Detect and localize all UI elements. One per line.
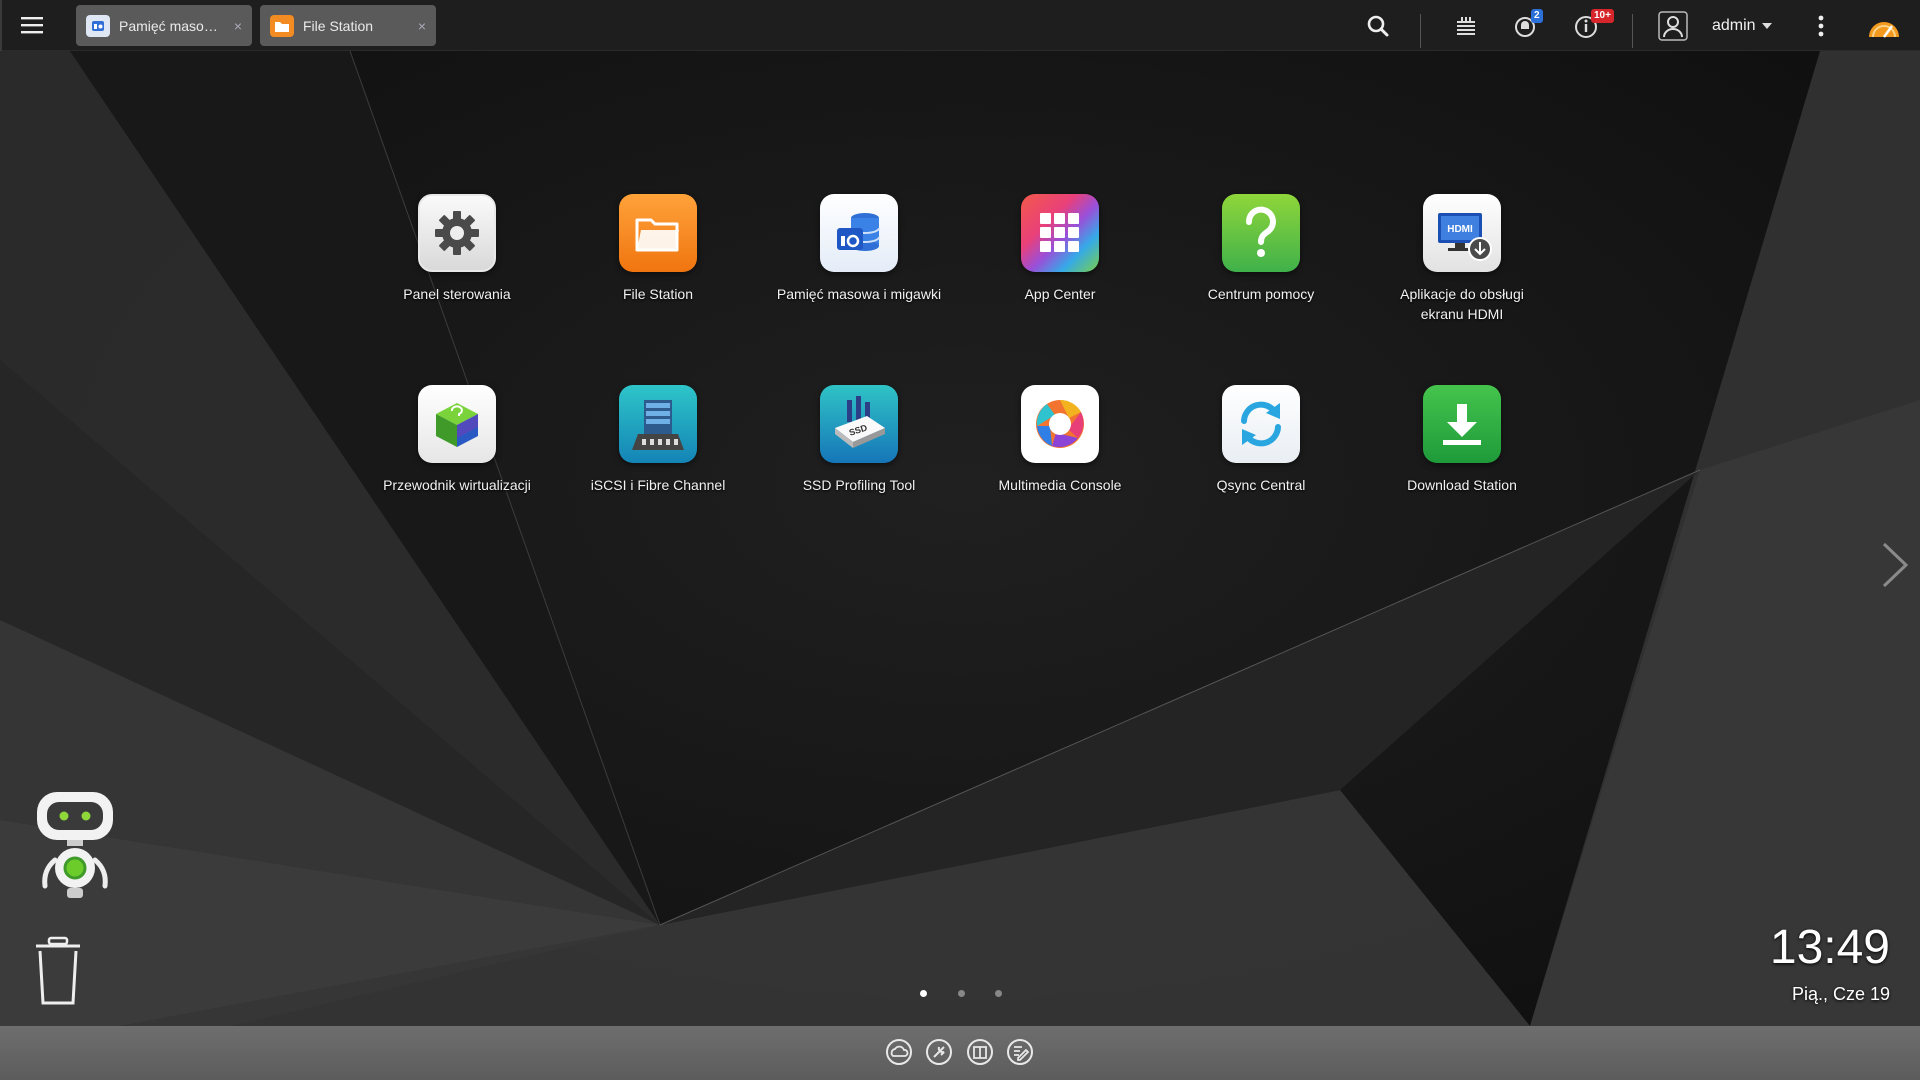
gear-icon: [418, 194, 496, 272]
bottom-bar: [0, 1026, 1920, 1080]
app-hdmi-display-apps[interactable]: HDMI Aplikacje do obsługi ekranu HDMI: [1362, 194, 1562, 324]
event-notifications-button[interactable]: [1568, 0, 1604, 51]
background-tasks-button[interactable]: [1448, 0, 1484, 51]
tab-label: Pamięć masow…: [119, 17, 228, 34]
assistant-robot-icon[interactable]: [25, 790, 125, 902]
app-label: SSD Profiling Tool: [802, 477, 916, 493]
svg-text:HDMI: HDMI: [1447, 224, 1473, 235]
page-dot[interactable]: [995, 990, 1002, 997]
trash-icon[interactable]: [32, 935, 84, 1007]
search-button[interactable]: [1360, 0, 1396, 51]
app-storage-snapshots[interactable]: Pamięć masowa i migawki: [759, 194, 959, 304]
events-badge: 10+: [1591, 9, 1614, 23]
app-label: Multimedia Console: [998, 477, 1122, 493]
clock-time: 13:49: [1769, 921, 1890, 974]
question-icon: [1222, 194, 1300, 272]
hdmi-icon: HDMI: [1423, 194, 1501, 272]
tab-close-icon[interactable]: ×: [234, 18, 242, 34]
task-stack-icon: [1457, 16, 1475, 35]
app-file-station[interactable]: File Station: [558, 194, 758, 304]
tab-file-station[interactable]: File Station ×: [260, 5, 436, 46]
app-grid-icon: [1021, 194, 1099, 272]
top-bar: Pamięć masow… × File Station × 2 10+ adm…: [0, 0, 1920, 51]
tools-icon[interactable]: [925, 1038, 953, 1066]
username-label: admin: [1712, 16, 1756, 34]
main-menu-button[interactable]: [0, 0, 62, 51]
app-iscsi-fibre-channel[interactable]: iSCSI i Fibre Channel: [558, 385, 758, 495]
app-label: Download Station: [1407, 477, 1517, 493]
notifications-button[interactable]: [1507, 0, 1543, 51]
caret-down-icon: [1761, 22, 1772, 29]
virtualization-cube-icon: [418, 385, 496, 463]
sync-icon: [1222, 385, 1300, 463]
dashboard-gauge-icon: [1869, 21, 1899, 38]
ssd-icon: SSD: [820, 385, 898, 463]
dashboard-button[interactable]: [1864, 0, 1904, 51]
folder-icon: [270, 14, 294, 37]
tab-storage[interactable]: Pamięć masow… ×: [76, 5, 252, 46]
app-virtualization-guide[interactable]: Przewodnik wirtualizacji: [357, 385, 557, 495]
tab-label: File Station: [303, 17, 374, 34]
storage-icon: [820, 194, 898, 272]
clock-date: Pią., Cze 19: [1791, 984, 1890, 1004]
more-icon: [1818, 15, 1824, 36]
app-control-panel[interactable]: Panel sterowania: [357, 194, 557, 304]
user-avatar-button[interactable]: [1656, 0, 1690, 51]
multimedia-icon: [1021, 385, 1099, 463]
app-qsync-central[interactable]: Qsync Central: [1161, 385, 1361, 495]
next-page-arrow-icon[interactable]: [1880, 540, 1910, 590]
more-options-button[interactable]: [1808, 0, 1834, 51]
divider: [1420, 14, 1421, 48]
app-label: Aplikacje do obsługi ekranu HDMI: [1400, 286, 1524, 322]
app-label: Panel sterowania: [403, 286, 511, 302]
app-download-station[interactable]: Download Station: [1362, 385, 1562, 495]
user-menu-dropdown[interactable]: admin: [1712, 0, 1794, 51]
folder-icon: [619, 194, 697, 272]
book-icon[interactable]: [966, 1038, 994, 1066]
notifications-badge: 2: [1531, 9, 1543, 23]
desktop-clock: 13:49 Pią., Cze 19: [1770, 920, 1890, 1005]
tab-close-icon[interactable]: ×: [418, 18, 426, 34]
storage-icon: [86, 14, 110, 37]
hamburger-menu-icon: [21, 17, 43, 34]
page-dot-active[interactable]: [920, 990, 927, 997]
app-multimedia-console[interactable]: Multimedia Console: [960, 385, 1160, 495]
wallpaper: [0, 0, 1920, 1080]
app-ssd-profiling-tool[interactable]: SSD SSD Profiling Tool: [759, 385, 959, 495]
app-label: Pamięć masowa i migawki: [776, 286, 942, 302]
user-icon: [1658, 10, 1688, 41]
app-label: iSCSI i Fibre Channel: [590, 477, 726, 493]
desktop: Pamięć masow… × File Station × 2 10+ adm…: [0, 0, 1920, 1080]
app-label: Centrum pomocy: [1207, 286, 1315, 302]
app-label: File Station: [622, 286, 694, 302]
iscsi-icon: [619, 385, 697, 463]
page-indicator: [0, 990, 1920, 1002]
search-icon: [1367, 15, 1389, 36]
app-label: Qsync Central: [1216, 477, 1306, 493]
cloud-icon[interactable]: [885, 1038, 913, 1066]
download-icon: [1423, 385, 1501, 463]
divider: [1632, 14, 1633, 48]
edit-icon[interactable]: [1006, 1038, 1034, 1066]
app-label: Przewodnik wirtualizacji: [383, 477, 531, 493]
page-dot[interactable]: [958, 990, 965, 997]
app-app-center[interactable]: App Center: [960, 194, 1160, 304]
app-label: App Center: [1024, 286, 1096, 302]
app-help-center[interactable]: Centrum pomocy: [1161, 194, 1361, 304]
